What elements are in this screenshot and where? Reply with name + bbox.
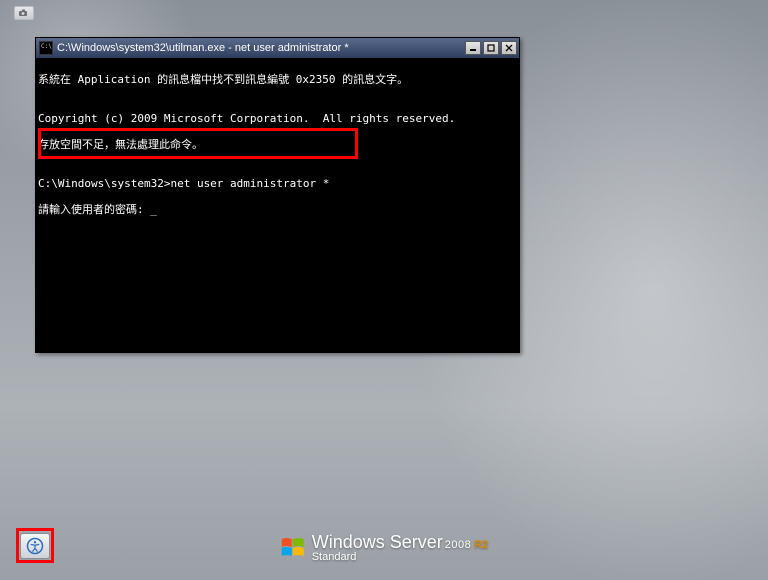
brand-name: Windows Server — [312, 533, 443, 551]
window-buttons — [463, 41, 517, 55]
console-line: C:\Windows\system32>net user administrat… — [38, 177, 517, 190]
minimize-button[interactable] — [465, 41, 481, 55]
cmd-icon — [39, 41, 53, 55]
console-window: C:\Windows\system32\utilman.exe - net us… — [35, 37, 520, 353]
console-body[interactable]: 系統在 Application 的訊息檔中找不到訊息編號 0x2350 的訊息文… — [36, 58, 519, 352]
console-line: Copyright (c) 2009 Microsoft Corporation… — [38, 112, 517, 125]
close-button[interactable] — [501, 41, 517, 55]
console-line: 存放空間不足，無法處理此命令。 — [38, 138, 517, 151]
brand-edition: Standard — [312, 552, 489, 563]
camera-icon — [14, 6, 34, 20]
window-title: C:\Windows\system32\utilman.exe - net us… — [57, 42, 463, 54]
windows-server-brand: Windows Server 2008 R2 Standard — [280, 533, 489, 563]
brand-variant: R2 — [474, 540, 488, 551]
console-line: 系統在 Application 的訊息檔中找不到訊息編號 0x2350 的訊息文… — [38, 73, 517, 86]
maximize-button[interactable] — [483, 41, 499, 55]
titlebar[interactable]: C:\Windows\system32\utilman.exe - net us… — [36, 38, 519, 58]
annotation-highlight — [16, 528, 54, 563]
console-line: 請輸入使用者的密碼: _ — [38, 203, 517, 216]
accessibility-icon — [26, 537, 44, 555]
windows-flag-icon — [280, 535, 306, 561]
ease-of-access-button[interactable] — [20, 533, 50, 559]
brand-year: 2008 — [445, 540, 471, 551]
